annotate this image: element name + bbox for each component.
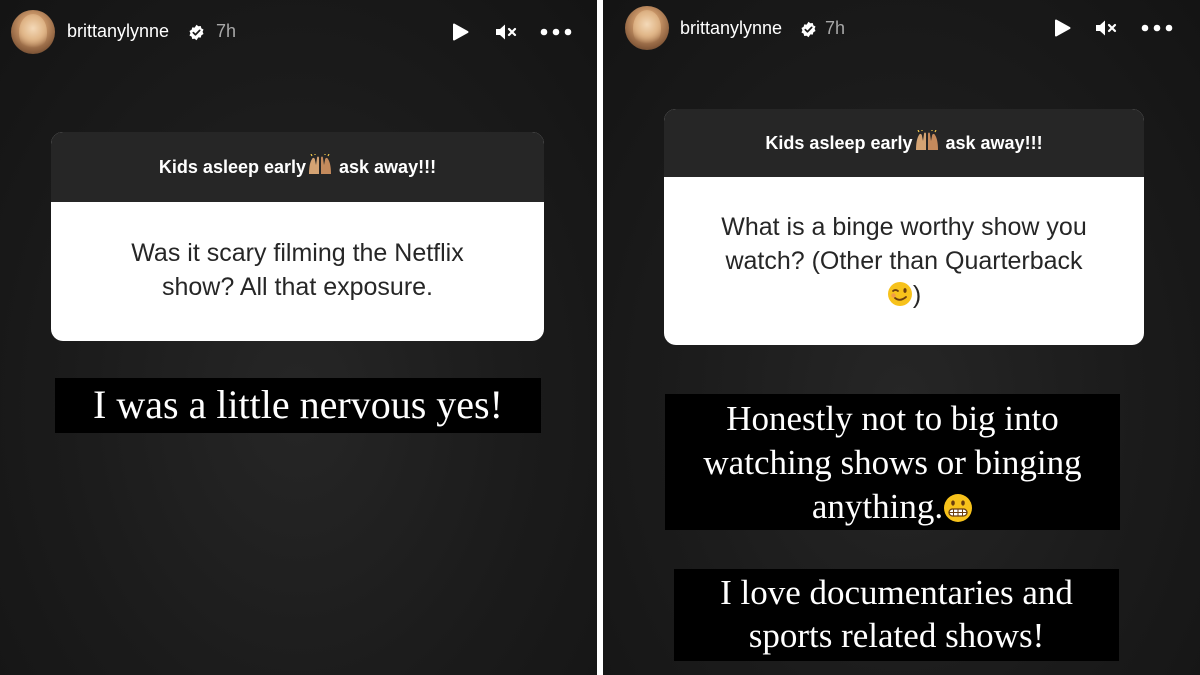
more-icon[interactable] — [540, 28, 572, 36]
post-timestamp: 7h — [216, 21, 237, 41]
avatar[interactable] — [11, 10, 55, 54]
play-icon[interactable] — [1052, 18, 1072, 38]
question-card: Kids asleep early ask away!!! Was it sca… — [51, 132, 544, 341]
question-prompt: Kids asleep early ask away!!! — [664, 109, 1144, 177]
question-text-tail: ) — [912, 281, 922, 309]
question-text-block: What is a binge worthy show you watch? (… — [664, 177, 1144, 312]
raised-hands-emoji-icon — [915, 130, 938, 150]
question-prompt: Kids asleep early ask away!!! — [51, 132, 544, 202]
answer-block: Honestly not to big into watching shows … — [665, 394, 1120, 530]
story-panel-left[interactable]: brittanylynne 7h Kids asleep early ask a… — [0, 0, 597, 675]
winking-face-emoji-icon — [887, 282, 912, 306]
play-icon[interactable] — [450, 22, 470, 42]
prompt-text-end: ask away!!! — [940, 133, 1043, 153]
avatar[interactable] — [625, 6, 669, 50]
question-card: Kids asleep early ask away!!! What is a … — [664, 109, 1144, 345]
more-icon[interactable] — [1141, 24, 1173, 32]
username[interactable]: brittanylynne — [67, 21, 169, 42]
grimacing-face-emoji-icon — [944, 494, 973, 522]
story-header: brittanylynne 7h — [603, 0, 1200, 64]
mute-icon[interactable] — [1094, 18, 1118, 38]
answer-text: Honestly not to big into watching shows … — [703, 399, 1082, 526]
story-panel-right[interactable]: brittanylynne 7h Kids asleep early ask a… — [603, 0, 1200, 675]
prompt-text: Kids asleep early — [765, 133, 913, 153]
username[interactable]: brittanylynne — [680, 18, 782, 39]
question-text: Was it scary filming the Netflix show? A… — [131, 239, 464, 301]
mute-icon[interactable] — [494, 22, 518, 42]
post-timestamp: 7h — [825, 18, 846, 38]
question-text: What is a binge worthy show you watch? (… — [721, 213, 1087, 275]
verified-badge-icon — [189, 24, 204, 41]
verified-badge-icon — [801, 21, 816, 38]
answer-text: I love documentaries and sports related … — [674, 569, 1119, 661]
prompt-text-end: ask away!!! — [334, 157, 437, 177]
prompt-text: Kids asleep early — [158, 157, 307, 177]
story-header: brittanylynne 7h — [0, 0, 597, 64]
raised-hands-emoji-icon — [309, 154, 332, 174]
answer-text: I was a little nervous yes! — [55, 378, 541, 433]
